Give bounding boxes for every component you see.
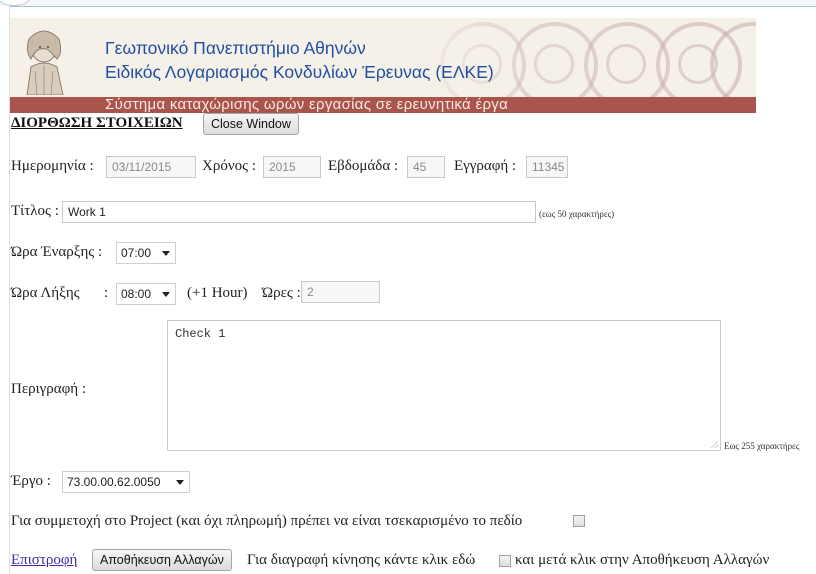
year-label: Χρόνος : bbox=[202, 158, 256, 174]
delete-checkbox[interactable] bbox=[499, 555, 511, 567]
title-input[interactable]: Work 1 bbox=[62, 201, 536, 223]
week-field[interactable]: 45 bbox=[407, 156, 445, 178]
end-time-colon: : bbox=[104, 285, 109, 301]
project-value: 73.00.00.62.0050 bbox=[67, 475, 161, 489]
delete-instruction-after: και μετά κλικ στην Αποθήκευση Αλλαγών bbox=[515, 552, 770, 568]
close-window-button[interactable]: Close Window bbox=[203, 113, 299, 135]
hours-field[interactable]: 2 bbox=[301, 281, 380, 303]
system-title-bar: Σύστημα καταχώρισης ωρών εργασίας σε ερε… bbox=[10, 96, 756, 113]
account-name: Ειδικός Λογαριασμός Κονδυλίων Έρευνας (Ε… bbox=[105, 62, 494, 82]
title-hint: (εως 50 χαρακτήρες) bbox=[539, 209, 615, 219]
start-time-value: 07:00 bbox=[121, 246, 152, 260]
participation-text: Για συμμετοχή στο Project (και όχι πληρω… bbox=[11, 513, 523, 529]
description-text: Check 1 bbox=[175, 327, 226, 341]
start-time-select[interactable]: 07:00 bbox=[116, 242, 176, 264]
chevron-down-icon bbox=[162, 292, 170, 297]
hours-label: Ώρες : bbox=[262, 285, 301, 301]
description-hint: Εως 255 χαρακτήρες bbox=[724, 441, 800, 451]
year-field[interactable]: 2015 bbox=[263, 156, 321, 178]
window-top-edge bbox=[0, 0, 816, 7]
end-time-label: Ώρα Λήξης bbox=[11, 285, 80, 301]
date-field[interactable]: 03/11/2015 bbox=[106, 156, 196, 178]
project-select[interactable]: 73.00.00.62.0050 bbox=[62, 471, 190, 493]
description-label: Περιγραφή : bbox=[11, 381, 87, 397]
start-time-label: Ώρα Έναρξης : bbox=[11, 244, 103, 260]
back-link[interactable]: Επιστροφή bbox=[11, 552, 77, 569]
system-title: Σύστημα καταχώρισης ωρών εργασίας σε ερε… bbox=[105, 96, 509, 113]
chevron-down-icon bbox=[162, 251, 170, 256]
title-label: Τίτλος : bbox=[11, 203, 59, 219]
page-title: ΔΙΟΡΘΩΣΗ ΣΤΟΙΧΕΙΩΝ bbox=[11, 115, 183, 131]
delete-instruction: Για διαγραφή κίνησης κάντε κλικ εδώ bbox=[247, 552, 476, 568]
description-textarea[interactable]: Check 1 bbox=[167, 320, 721, 451]
week-label: Εβδομάδα : bbox=[328, 158, 399, 174]
end-time-note: (+1 Hour) bbox=[187, 285, 248, 301]
end-time-value: 08:00 bbox=[121, 287, 152, 301]
save-changes-button[interactable]: Αποθήκευση Αλλαγών bbox=[92, 549, 232, 571]
record-field[interactable]: 11345 bbox=[526, 156, 568, 178]
university-name: Γεωπονικό Πανεπιστήμιο Αθηνών bbox=[105, 38, 366, 58]
record-label: Εγγραφή : bbox=[454, 158, 517, 174]
header-banner: Γεωπονικό Πανεπιστήμιο Αθηνών Ειδικός Λο… bbox=[10, 18, 756, 113]
date-label: Ημερομηνία : bbox=[11, 158, 94, 174]
end-time-select[interactable]: 08:00 bbox=[116, 283, 176, 305]
resize-grip-icon[interactable] bbox=[711, 441, 718, 448]
university-logo-icon bbox=[26, 30, 64, 95]
chevron-down-icon bbox=[176, 480, 184, 485]
project-label: Έργο : bbox=[11, 473, 51, 489]
window-left-edge bbox=[0, 6, 10, 574]
participation-checkbox[interactable] bbox=[573, 515, 585, 527]
